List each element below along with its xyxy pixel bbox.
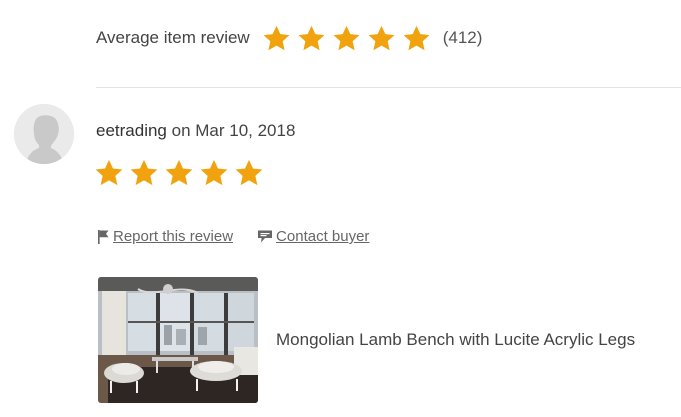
average-review-label: Average item review: [96, 28, 250, 47]
report-review-label[interactable]: Report this review: [113, 228, 233, 245]
review-actions: Report this review Contact buyer: [97, 228, 369, 245]
average-rating-stars: [262, 24, 437, 53]
contact-buyer-label[interactable]: Contact buyer: [276, 228, 369, 245]
avatar[interactable]: [14, 104, 74, 164]
star-icon: [95, 159, 123, 186]
star-icon: [235, 159, 263, 186]
item-thumbnail[interactable]: [98, 277, 258, 403]
review-rating-stars: [94, 158, 269, 188]
star-icon: [263, 25, 290, 50]
star-icon: [130, 159, 158, 186]
user-silhouette-icon: [14, 104, 74, 164]
star-icon: [298, 25, 325, 50]
speech-bubble-icon: [258, 230, 273, 243]
item-title[interactable]: Mongolian Lamb Bench with Lucite Acrylic…: [276, 330, 635, 350]
star-icon: [368, 25, 395, 50]
reviewer-name[interactable]: eetrading: [96, 121, 167, 140]
review-date: on Mar 10, 2018: [166, 121, 296, 140]
review-count: (412): [442, 28, 483, 47]
average-review-summary: Average item review (412): [96, 18, 482, 58]
star-icon: [200, 159, 228, 186]
section-divider: [96, 87, 681, 88]
item-photo: [98, 277, 258, 403]
star-icon: [165, 159, 193, 186]
report-review-link[interactable]: Report this review: [97, 228, 233, 245]
flag-icon: [98, 230, 109, 244]
star-icon: [333, 25, 360, 50]
review-byline: eetrading on Mar 10, 2018: [96, 121, 295, 141]
contact-buyer-link[interactable]: Contact buyer: [257, 228, 369, 245]
star-icon: [403, 25, 430, 50]
